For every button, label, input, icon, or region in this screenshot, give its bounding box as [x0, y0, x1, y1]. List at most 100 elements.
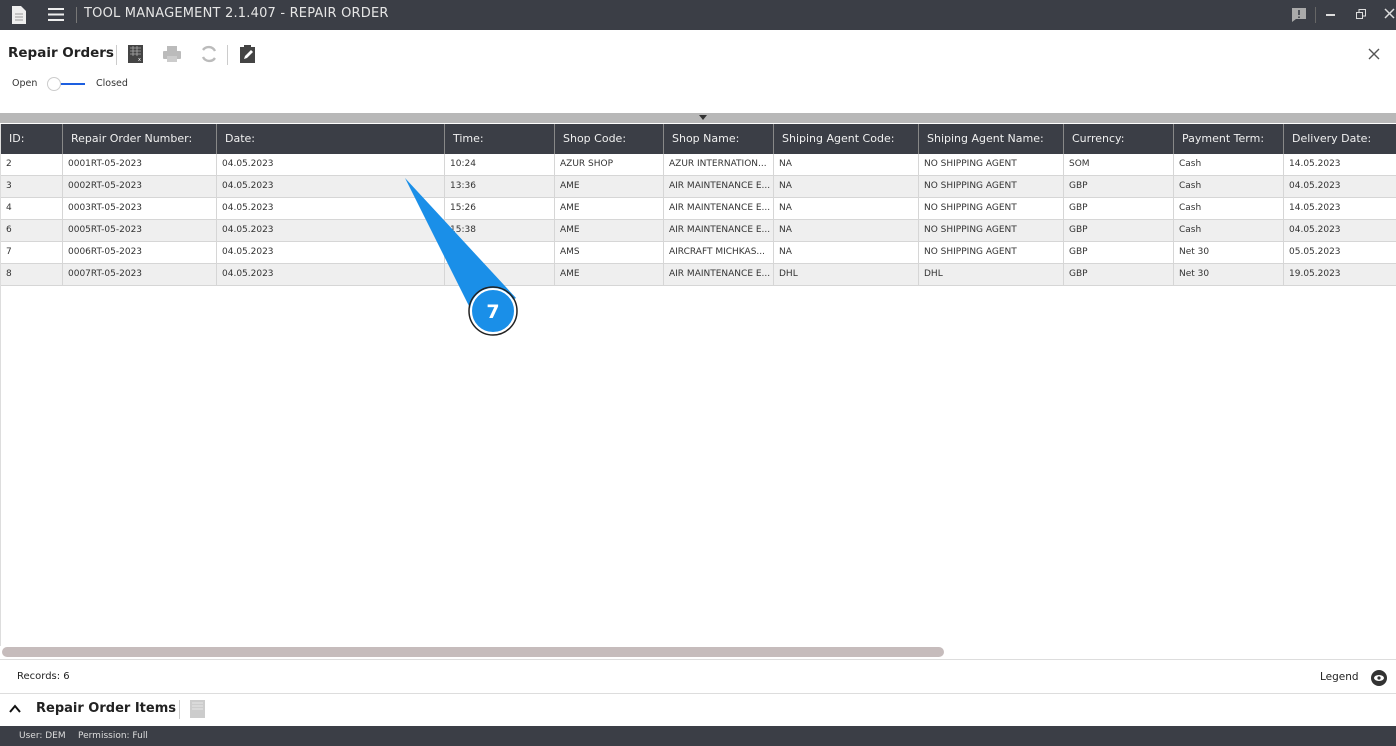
cell-shipping-agent-code: NA — [774, 242, 919, 264]
cell-currency: GBP — [1064, 198, 1174, 220]
horizontal-scrollbar[interactable] — [2, 647, 944, 657]
cell-date: 04.05.2023 — [217, 198, 445, 220]
cell-payment-term: Net 30 — [1174, 242, 1284, 264]
column-header-repair-order-number[interactable]: Repair Order Number: — [63, 124, 217, 154]
cell-shipping-agent-code: NA — [774, 154, 919, 176]
cell-shop-name: AIR MAINTENANCE E... — [664, 198, 774, 220]
menu-icon[interactable] — [48, 8, 64, 21]
cell-repair-order-number: 0006RT-05-2023 — [63, 242, 217, 264]
cell-payment-term: Cash — [1174, 198, 1284, 220]
cell-currency: SOM — [1064, 154, 1174, 176]
open-closed-toggle[interactable] — [47, 77, 85, 91]
cell-payment-term: Cash — [1174, 154, 1284, 176]
table-row[interactable]: 3 0002RT-05-2023 04.05.2023 13:36 AME AIR MAI… — [1, 176, 1396, 198]
divider — [76, 7, 77, 23]
grid-header: ID: Repair Order Number: Date: Time: Shop Co… — [1, 124, 1396, 154]
close-panel-button[interactable] — [1368, 48, 1380, 60]
cell-delivery-date: 14.05.2023 — [1284, 198, 1396, 220]
cell-repair-order-number: 0002RT-05-2023 — [63, 176, 217, 198]
document-icon[interactable] — [12, 6, 26, 24]
svg-text:x: x — [138, 57, 141, 63]
cell-shipping-agent-name: NO SHIPPING AGENT — [919, 198, 1064, 220]
table-row[interactable]: 7 0006RT-05-2023 04.05.2023 AMS AIRCRAFT MIC… — [1, 242, 1396, 264]
divider — [179, 700, 180, 719]
cell-time: 15:38 — [445, 220, 555, 242]
column-header-shop-code[interactable]: Shop Code: — [555, 124, 664, 154]
column-header-currency[interactable]: Currency: — [1064, 124, 1174, 154]
cell-shipping-agent-code: NA — [774, 220, 919, 242]
cell-date: 04.05.2023 — [217, 242, 445, 264]
column-header-time[interactable]: Time: — [445, 124, 555, 154]
cell-shop-code: AME — [555, 176, 664, 198]
cell-id: 3 — [1, 176, 63, 198]
collapse-arrow-icon[interactable] — [699, 115, 707, 121]
cell-date: 04.05.2023 — [217, 264, 445, 286]
cell-shop-code: AME — [555, 220, 664, 242]
column-header-date[interactable]: Date: — [217, 124, 445, 154]
cell-delivery-date: 04.05.2023 — [1284, 220, 1396, 242]
table-row[interactable]: 4 0003RT-05-2023 04.05.2023 15:26 AME AIR MAI… — [1, 198, 1396, 220]
cell-shop-name: AIR MAINTENANCE E... — [664, 220, 774, 242]
table-row[interactable]: 6 0005RT-05-2023 04.05.2023 15:38 AME AIR MAI… — [1, 220, 1396, 242]
feedback-icon[interactable] — [1292, 8, 1306, 22]
cell-shipping-agent-name: NO SHIPPING AGENT — [919, 154, 1064, 176]
cell-time: 15:26 — [445, 198, 555, 220]
cell-repair-order-number: 0007RT-05-2023 — [63, 264, 217, 286]
export-excel-icon[interactable] — [190, 700, 206, 718]
legend-label[interactable]: Legend — [1320, 671, 1359, 683]
column-header-shipping-agent-code[interactable]: Shiping Agent Code: — [774, 124, 919, 154]
cell-id: 6 — [1, 220, 63, 242]
cell-shop-code: AME — [555, 264, 664, 286]
table-row[interactable]: 8 0007RT-05-2023 04.05.2023 AME AIR MAINTENA… — [1, 264, 1396, 286]
cell-repair-order-number: 0005RT-05-2023 — [63, 220, 217, 242]
cell-shipping-agent-name: NO SHIPPING AGENT — [919, 220, 1064, 242]
grid-footer: Records: 6 Legend — [0, 659, 1396, 694]
cell-shop-code: AME — [555, 198, 664, 220]
cell-delivery-date: 19.05.2023 — [1284, 264, 1396, 286]
items-panel-title: Repair Order Items — [36, 701, 176, 716]
window-title: TOOL MANAGEMENT 2.1.407 - REPAIR ORDER — [84, 6, 389, 21]
column-header-payment-term[interactable]: Payment Term: — [1174, 124, 1284, 154]
cell-shop-code: AMS — [555, 242, 664, 264]
print-icon[interactable] — [163, 45, 181, 63]
cell-repair-order-number: 0003RT-05-2023 — [63, 198, 217, 220]
cell-shipping-agent-name: NO SHIPPING AGENT — [919, 176, 1064, 198]
cell-shop-name: AZUR INTERNATION... — [664, 154, 774, 176]
cell-date: 04.05.2023 — [217, 220, 445, 242]
column-header-shipping-agent-name[interactable]: Shiping Agent Name: — [919, 124, 1064, 154]
cell-payment-term: Cash — [1174, 220, 1284, 242]
toggle-open-label: Open — [12, 78, 38, 89]
status-bar: User: DEM Permission: Full — [0, 726, 1396, 746]
edit-clipboard-icon[interactable] — [239, 45, 257, 63]
cell-date: 04.05.2023 — [217, 176, 445, 198]
column-header-shop-name[interactable]: Shop Name: — [664, 124, 774, 154]
cell-delivery-date: 04.05.2023 — [1284, 176, 1396, 198]
cell-time — [445, 242, 555, 264]
cell-shop-name: AIRCRAFT MICHKAS... — [664, 242, 774, 264]
table-row[interactable]: 2 0001RT-05-2023 04.05.2023 10:24 AZUR SHOP A… — [1, 154, 1396, 176]
column-header-id[interactable]: ID: — [1, 124, 63, 154]
cell-delivery-date: 05.05.2023 — [1284, 242, 1396, 264]
cell-delivery-date: 14.05.2023 — [1284, 154, 1396, 176]
minimize-button[interactable] — [1326, 14, 1335, 16]
eye-icon[interactable] — [1371, 670, 1387, 686]
column-header-delivery-date[interactable]: Delivery Date: — [1284, 124, 1396, 154]
restore-button[interactable] — [1356, 9, 1366, 19]
cell-shipping-agent-code: NA — [774, 198, 919, 220]
export-excel-icon[interactable]: x — [127, 45, 145, 63]
refresh-icon[interactable] — [200, 45, 218, 63]
cell-time: 13:36 — [445, 176, 555, 198]
cell-shop-name: AIR MAINTENANCE E... — [664, 176, 774, 198]
cell-currency: GBP — [1064, 264, 1174, 286]
cell-shipping-agent-name: NO SHIPPING AGENT — [919, 242, 1064, 264]
cell-time — [445, 264, 555, 286]
divider — [1315, 7, 1316, 23]
cell-payment-term: Cash — [1174, 176, 1284, 198]
close-window-button[interactable] — [1384, 8, 1395, 19]
cell-payment-term: Net 30 — [1174, 264, 1284, 286]
cell-shipping-agent-code: NA — [774, 176, 919, 198]
splitter[interactable] — [0, 113, 1396, 123]
records-count: Records: 6 — [17, 671, 70, 682]
title-bar: TOOL MANAGEMENT 2.1.407 - REPAIR ORDER — [0, 0, 1396, 30]
chevron-up-icon[interactable] — [9, 704, 21, 713]
